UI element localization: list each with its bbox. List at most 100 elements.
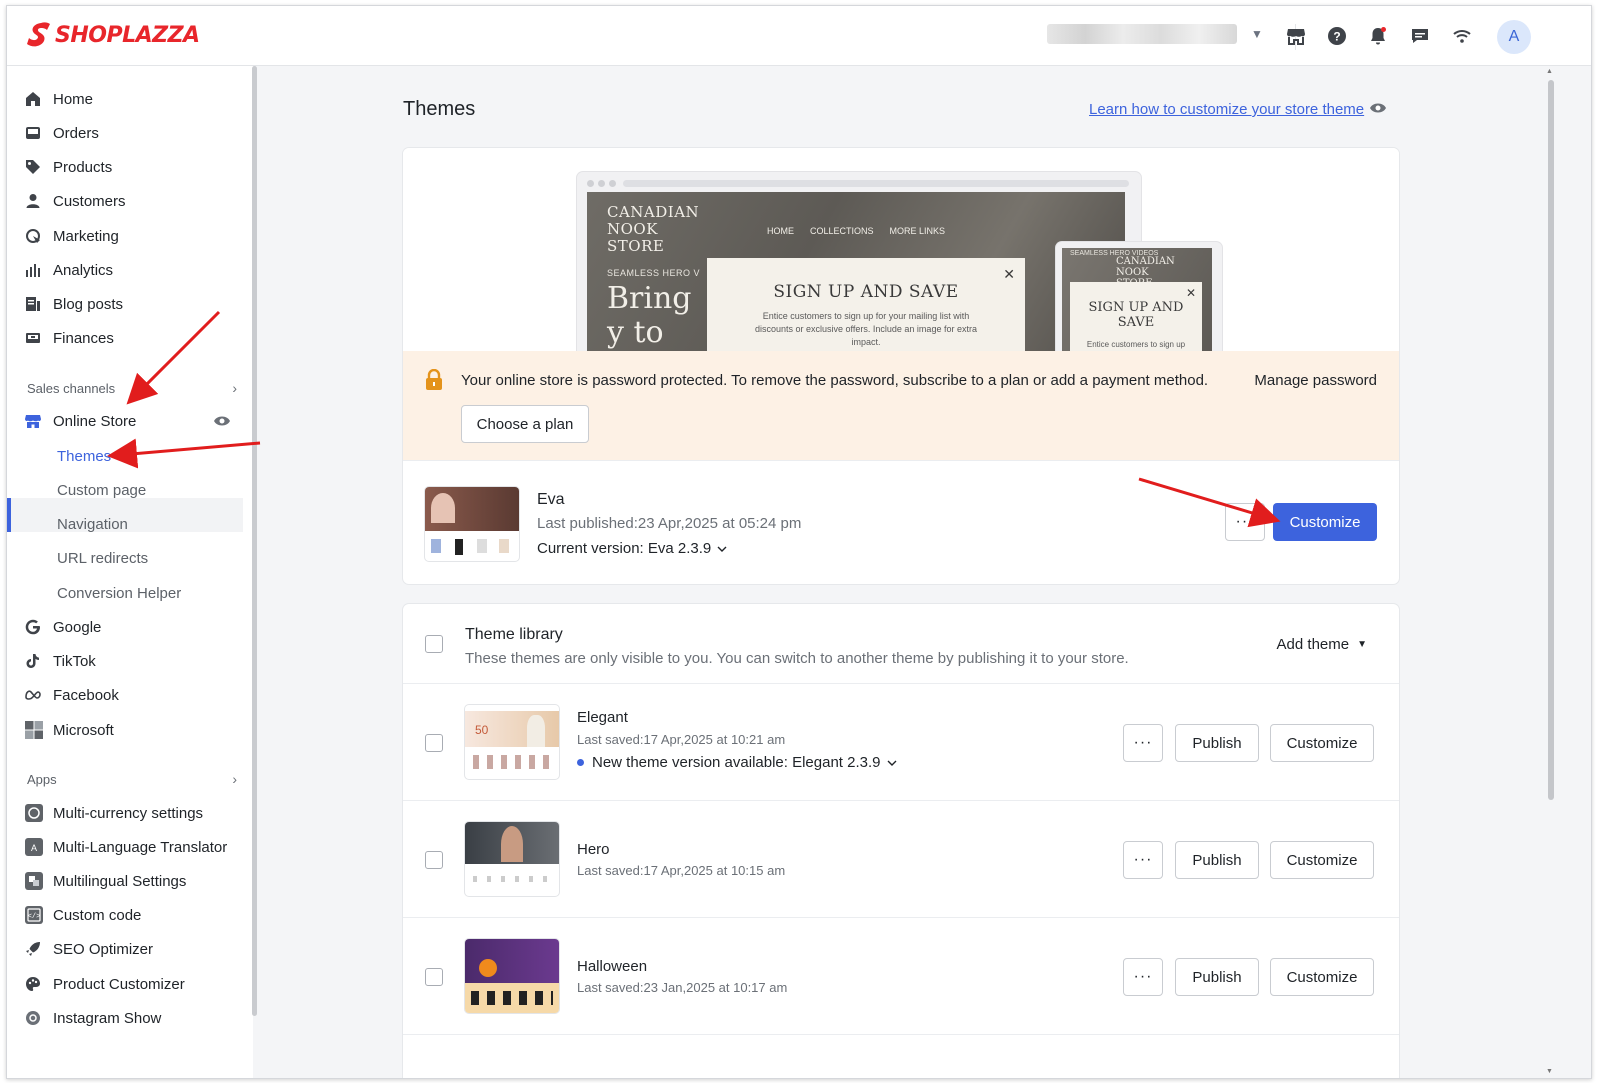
chevron-right-icon: › [232,380,237,396]
more-actions-button[interactable]: ··· [1123,841,1163,879]
sidebar-item-blog-posts[interactable]: Blog posts [25,290,245,318]
tag-icon [26,160,40,174]
publish-button[interactable]: Publish [1175,841,1259,879]
tablet-site: SEAMLESS HERO VIDEOS CANADIAN NOOK STORE… [1062,248,1212,351]
browser-dots [587,180,616,187]
sidebar-item-label: Themes [57,447,112,465]
bell-icon[interactable] [1366,24,1390,48]
new-version-dropdown[interactable]: New theme version available: Elegant 2.3… [577,754,897,771]
scroll-down-icon[interactable]: ▼ [1546,1068,1553,1075]
person-icon [26,194,40,208]
preview-headline: Bring y to life [607,281,692,352]
current-theme-card: CANADIAN NOOK STORE HOME COLLECTIONS MOR… [403,148,1399,584]
avatar[interactable]: A [1497,20,1531,54]
sidebar-item-multi-currency[interactable]: Multi-currency settings [25,799,245,827]
instagram-icon [26,1011,40,1025]
sidebar-item-label: Home [53,90,94,108]
sidebar-scrollbar[interactable] [252,66,257,1016]
sidebar-item-tiktok[interactable]: TikTok [25,647,245,675]
close-icon: ✕ [1185,286,1196,300]
scroll-up-icon[interactable]: ▲ [1546,68,1553,75]
svg-text:A: A [31,843,37,853]
theme-name: Halloween [577,958,648,975]
sidebar-item-conversion-helper[interactable]: Conversion Helper [57,579,243,607]
preview-popup: ✕ SIGN UP AND SAVE Entice customers to s… [707,258,1025,351]
main-scrollbar-thumb[interactable] [1548,80,1554,800]
sidebar-item-multi-language-translator[interactable]: A Multi-Language Translator [25,833,245,861]
publish-button[interactable]: Publish [1175,724,1259,762]
sidebar-item-instagram-show[interactable]: Instagram Show [25,1004,245,1032]
sidebar-item-label: Navigation [57,515,128,533]
apps-header[interactable]: Apps › [27,769,237,789]
customize-button[interactable]: Customize [1270,841,1374,879]
store-icon[interactable] [1284,24,1308,48]
lock-icon [425,368,443,396]
sidebar-item-analytics[interactable]: Analytics [25,256,245,284]
theme-thumbnail-elegant[interactable]: 50 [465,705,559,779]
sidebar-item-microsoft[interactable]: Microsoft [25,716,245,744]
more-actions-button[interactable]: ··· [1123,958,1163,996]
sidebar-item-seo-optimizer[interactable]: SEO Optimizer [25,935,245,963]
customize-button[interactable]: Customize [1270,958,1374,996]
store-switcher[interactable]: ▼ [1047,20,1277,48]
wifi-icon[interactable] [1450,24,1474,48]
finances-icon [26,333,40,343]
more-actions-button[interactable]: ··· [1123,724,1163,762]
sidebar-item-marketing[interactable]: Marketing [25,222,245,250]
sidebar-item-label: Product Customizer [53,975,185,993]
help-icon[interactable]: ? [1325,24,1349,48]
popup-text: Entice customers to sign up for your mai… [755,311,977,347]
app-window: SHOPLAZZA ▼ ? A Home Orders Products Cus… [6,5,1592,1079]
theme-row-halloween: Halloween Last saved:23 Jan,2025 at 10:1… [403,918,1399,1035]
version-dropdown[interactable]: Current version: Eva 2.3.9 [537,540,727,557]
sidebar-item-url-redirects[interactable]: URL redirects [57,544,243,572]
sidebar-item-product-customizer[interactable]: Product Customizer [25,970,245,998]
sidebar-item-navigation[interactable]: Navigation [57,510,243,538]
eye-icon[interactable] [213,414,231,432]
status-dot [577,759,584,766]
shoplazza-logo[interactable]: SHOPLAZZA [27,22,200,48]
customize-button[interactable]: Customize [1273,503,1377,541]
sidebar-item-label: Marketing [53,227,119,245]
customize-button[interactable]: Customize [1270,724,1374,762]
publish-button[interactable]: Publish [1175,958,1259,996]
sidebar-item-google[interactable]: Google [25,613,245,641]
sidebar-item-home[interactable]: Home [25,85,245,113]
theme-library-card: Theme library These themes are only visi… [403,604,1399,1078]
theme-thumbnail-hero[interactable] [465,822,559,896]
theme-checkbox[interactable] [425,968,443,986]
preview-nav-item: MORE LINKS [889,226,946,236]
palette-icon [26,977,40,991]
sidebar-item-finances[interactable]: Finances [25,324,245,352]
eye-icon[interactable] [1369,101,1387,119]
sidebar-item-label: Multi-Language Translator [53,838,228,856]
sidebar-item-facebook[interactable]: Facebook [25,681,245,709]
microsoft-icon [25,721,43,739]
theme-thumbnail-halloween[interactable] [465,939,559,1013]
theme-thumbnail-eva[interactable] [425,487,519,561]
sidebar-item-customers[interactable]: Customers [25,187,245,215]
add-theme-dropdown[interactable]: Add theme ▼ [1277,636,1367,653]
sidebar-item-themes[interactable]: Themes [57,442,243,470]
code-icon: </> [25,906,43,924]
theme-row-hero: Hero Last saved:17 Apr,2025 at 10:15 am … [403,801,1399,918]
sidebar-item-custom-page[interactable]: Custom page [57,476,243,504]
sidebar-item-orders[interactable]: Orders [25,119,245,147]
theme-checkbox[interactable] [425,851,443,869]
tablet-preview: SEAMLESS HERO VIDEOS CANADIAN NOOK STORE… [1056,242,1222,351]
sidebar-item-custom-code[interactable]: </> Custom code [25,901,245,929]
sidebar-item-label: Custom page [57,481,147,499]
svg-text:</>: </> [28,913,41,921]
sidebar-item-products[interactable]: Products [25,153,245,181]
more-actions-button[interactable]: ··· [1225,503,1265,541]
select-all-checkbox[interactable] [425,635,443,653]
sidebar-item-online-store[interactable]: Online Store [25,407,245,435]
learn-customize-link[interactable]: Learn how to customize your store theme [1089,101,1364,118]
theme-checkbox[interactable] [425,734,443,752]
sidebar-item-label: Multilingual Settings [53,872,187,890]
sales-channels-header[interactable]: Sales channels › [27,378,237,398]
choose-plan-button[interactable]: Choose a plan [461,405,589,443]
sidebar-item-multilingual-settings[interactable]: Multilingual Settings [25,867,245,895]
manage-password-link[interactable]: Manage password [1254,372,1377,389]
chat-icon[interactable] [1408,24,1432,48]
